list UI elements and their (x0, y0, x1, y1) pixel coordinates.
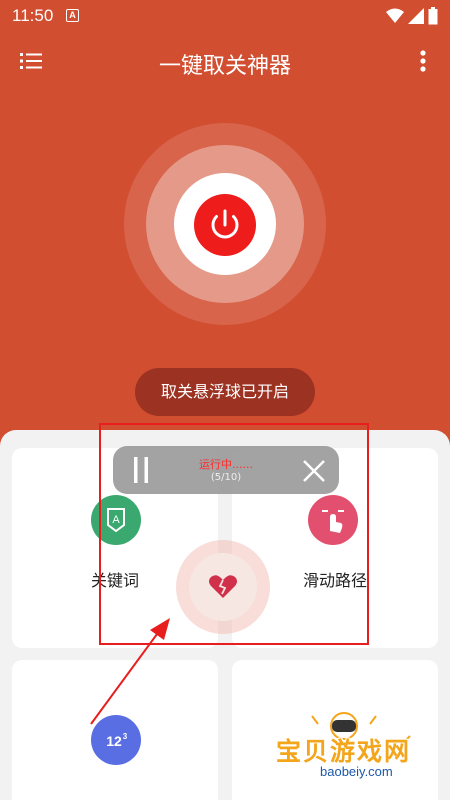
system-indicators (386, 7, 438, 25)
wifi-icon (386, 8, 404, 23)
svg-text:3: 3 (123, 732, 128, 741)
status-bar: 11:50 A (0, 0, 450, 32)
svg-text:12: 12 (106, 733, 122, 749)
highlight-box (99, 423, 369, 645)
app-title: 一键取关神器 (158, 54, 291, 79)
notification-badge-icon: A (66, 9, 79, 22)
watermark-domain: baobeiy.com (320, 764, 393, 779)
battery-icon (428, 7, 438, 25)
float-ball-status-pill[interactable]: 取关悬浮球已开启 (135, 368, 315, 416)
status-time: 11:50 (12, 6, 54, 25)
more-vert-icon[interactable] (420, 50, 426, 72)
count-123-icon: 12 3 (91, 715, 141, 765)
app-bar: 一键取关神器 (0, 32, 450, 90)
signal-icon (408, 8, 424, 24)
power-icon (211, 209, 239, 239)
watermark-text: 宝贝游戏网 (276, 737, 412, 766)
power-button[interactable] (194, 194, 256, 256)
